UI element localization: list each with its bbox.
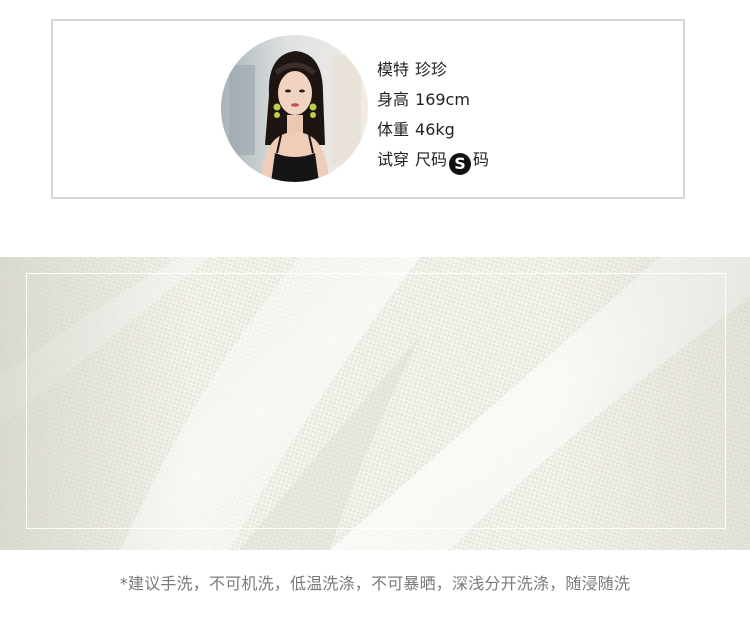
- care-instructions: *建议手洗，不可机洗，低温洗涤，不可暴晒，深浅分开洗涤，随浸随洗: [119, 574, 631, 593]
- model-name-value: 珍珍: [415, 60, 448, 79]
- model-weight-label: 体重: [377, 120, 410, 139]
- model-name-label: 模特: [377, 60, 410, 79]
- model-name-row: 模特 珍珍: [377, 55, 489, 85]
- fabric-detail-image: [0, 257, 750, 550]
- model-size-row: 试穿 尺码 S 码: [377, 145, 489, 175]
- model-photo: [221, 35, 368, 182]
- model-weight-value: 46kg: [415, 120, 455, 139]
- model-size-label: 试穿: [377, 150, 410, 169]
- model-avatar: [221, 35, 368, 182]
- model-size-prefix: 尺码: [415, 150, 448, 169]
- fabric-frame: [26, 273, 726, 529]
- model-height-row: 身高 169cm: [377, 85, 489, 115]
- size-badge: S: [449, 153, 472, 175]
- model-weight-row: 体重 46kg: [377, 115, 489, 145]
- model-height-value: 169cm: [415, 90, 470, 109]
- model-info-card: 模特 珍珍 身高 169cm 体重 46kg 试穿 尺码 S 码: [51, 19, 685, 199]
- model-info: 模特 珍珍 身高 169cm 体重 46kg 试穿 尺码 S 码: [377, 55, 489, 175]
- model-height-label: 身高: [377, 90, 410, 109]
- model-size-suffix: 码: [473, 150, 490, 169]
